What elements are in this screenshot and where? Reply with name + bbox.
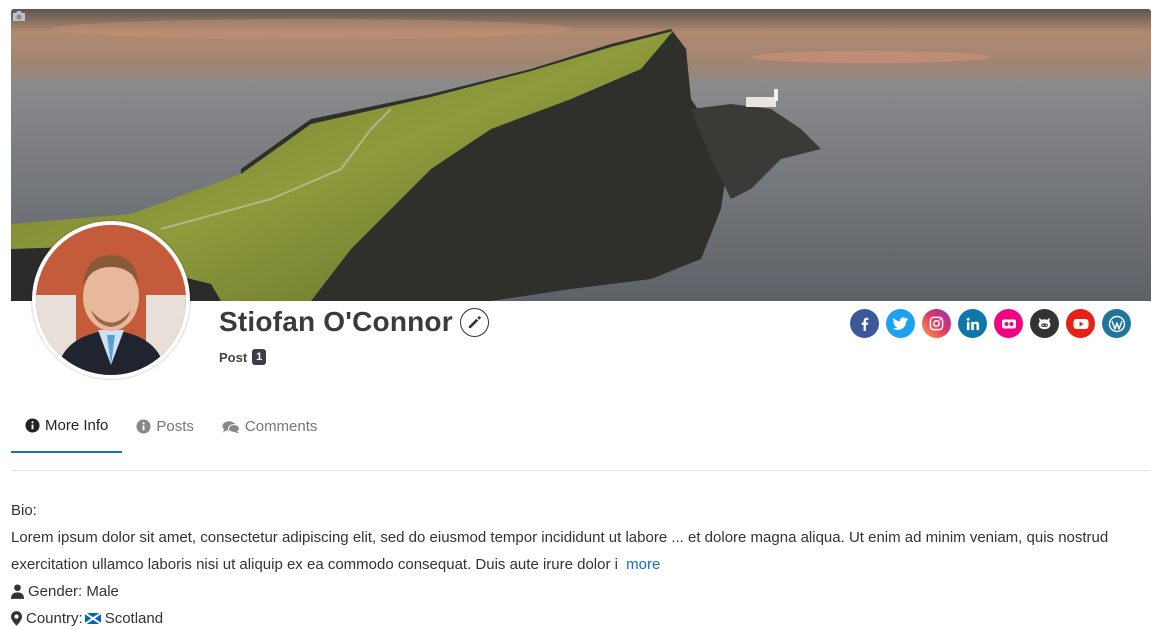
- country-label: Country:: [26, 610, 83, 627]
- scotland-flag-icon: [84, 613, 101, 624]
- post-count-label: Post: [219, 349, 248, 365]
- instagram-icon[interactable]: [922, 309, 951, 338]
- tab-comments[interactable]: Comments: [208, 400, 332, 453]
- avatar: [32, 221, 190, 379]
- user-icon: [11, 584, 24, 599]
- edit-profile-button[interactable]: [459, 307, 489, 337]
- bio-content: Lorem ipsum dolor sit amet, consectetur …: [11, 529, 1109, 573]
- gender-row: Gender: Male: [11, 578, 1151, 605]
- wordpress-icon[interactable]: [1102, 309, 1131, 338]
- info-icon: [136, 419, 151, 434]
- cover-landscape-image: [11, 9, 1151, 301]
- tab-label: Comments: [244, 418, 318, 435]
- twitter-icon[interactable]: [886, 309, 915, 338]
- profile-name: Stiofan O'Connor: [219, 306, 453, 337]
- more-link[interactable]: more: [626, 556, 660, 573]
- avatar-photo: [36, 225, 186, 375]
- tab-label: More Info: [45, 417, 109, 434]
- map-marker-icon: [11, 611, 22, 626]
- pencil-icon: [468, 315, 481, 328]
- flickr-icon[interactable]: [994, 309, 1023, 338]
- linkedin-icon[interactable]: [958, 309, 987, 338]
- tab-more-info[interactable]: More Info: [11, 400, 123, 453]
- post-count-badge: 1: [252, 349, 267, 365]
- comments-icon: [222, 420, 240, 433]
- more-info-panel: Bio: Lorem ipsum dolor sit amet, consect…: [11, 497, 1151, 629]
- facebook-icon[interactable]: [850, 309, 879, 338]
- country-row: Country: Scotland: [11, 605, 1151, 629]
- profile-tabs: More Info Posts Comments: [11, 400, 1151, 471]
- tab-label: Posts: [156, 418, 194, 435]
- cover-photo: [11, 9, 1151, 301]
- social-links: [850, 309, 1138, 338]
- youtube-icon[interactable]: [1066, 309, 1095, 338]
- gender-text: Gender: Male: [28, 583, 119, 600]
- country-value: Scotland: [104, 610, 164, 627]
- tab-posts[interactable]: Posts: [122, 400, 208, 453]
- bio-label: Bio:: [11, 502, 37, 519]
- github-icon[interactable]: [1030, 309, 1059, 338]
- bio-text: Lorem ipsum dolor sit amet, consectetur …: [11, 524, 1151, 578]
- camera-icon[interactable]: [11, 9, 27, 23]
- info-icon: [25, 418, 40, 433]
